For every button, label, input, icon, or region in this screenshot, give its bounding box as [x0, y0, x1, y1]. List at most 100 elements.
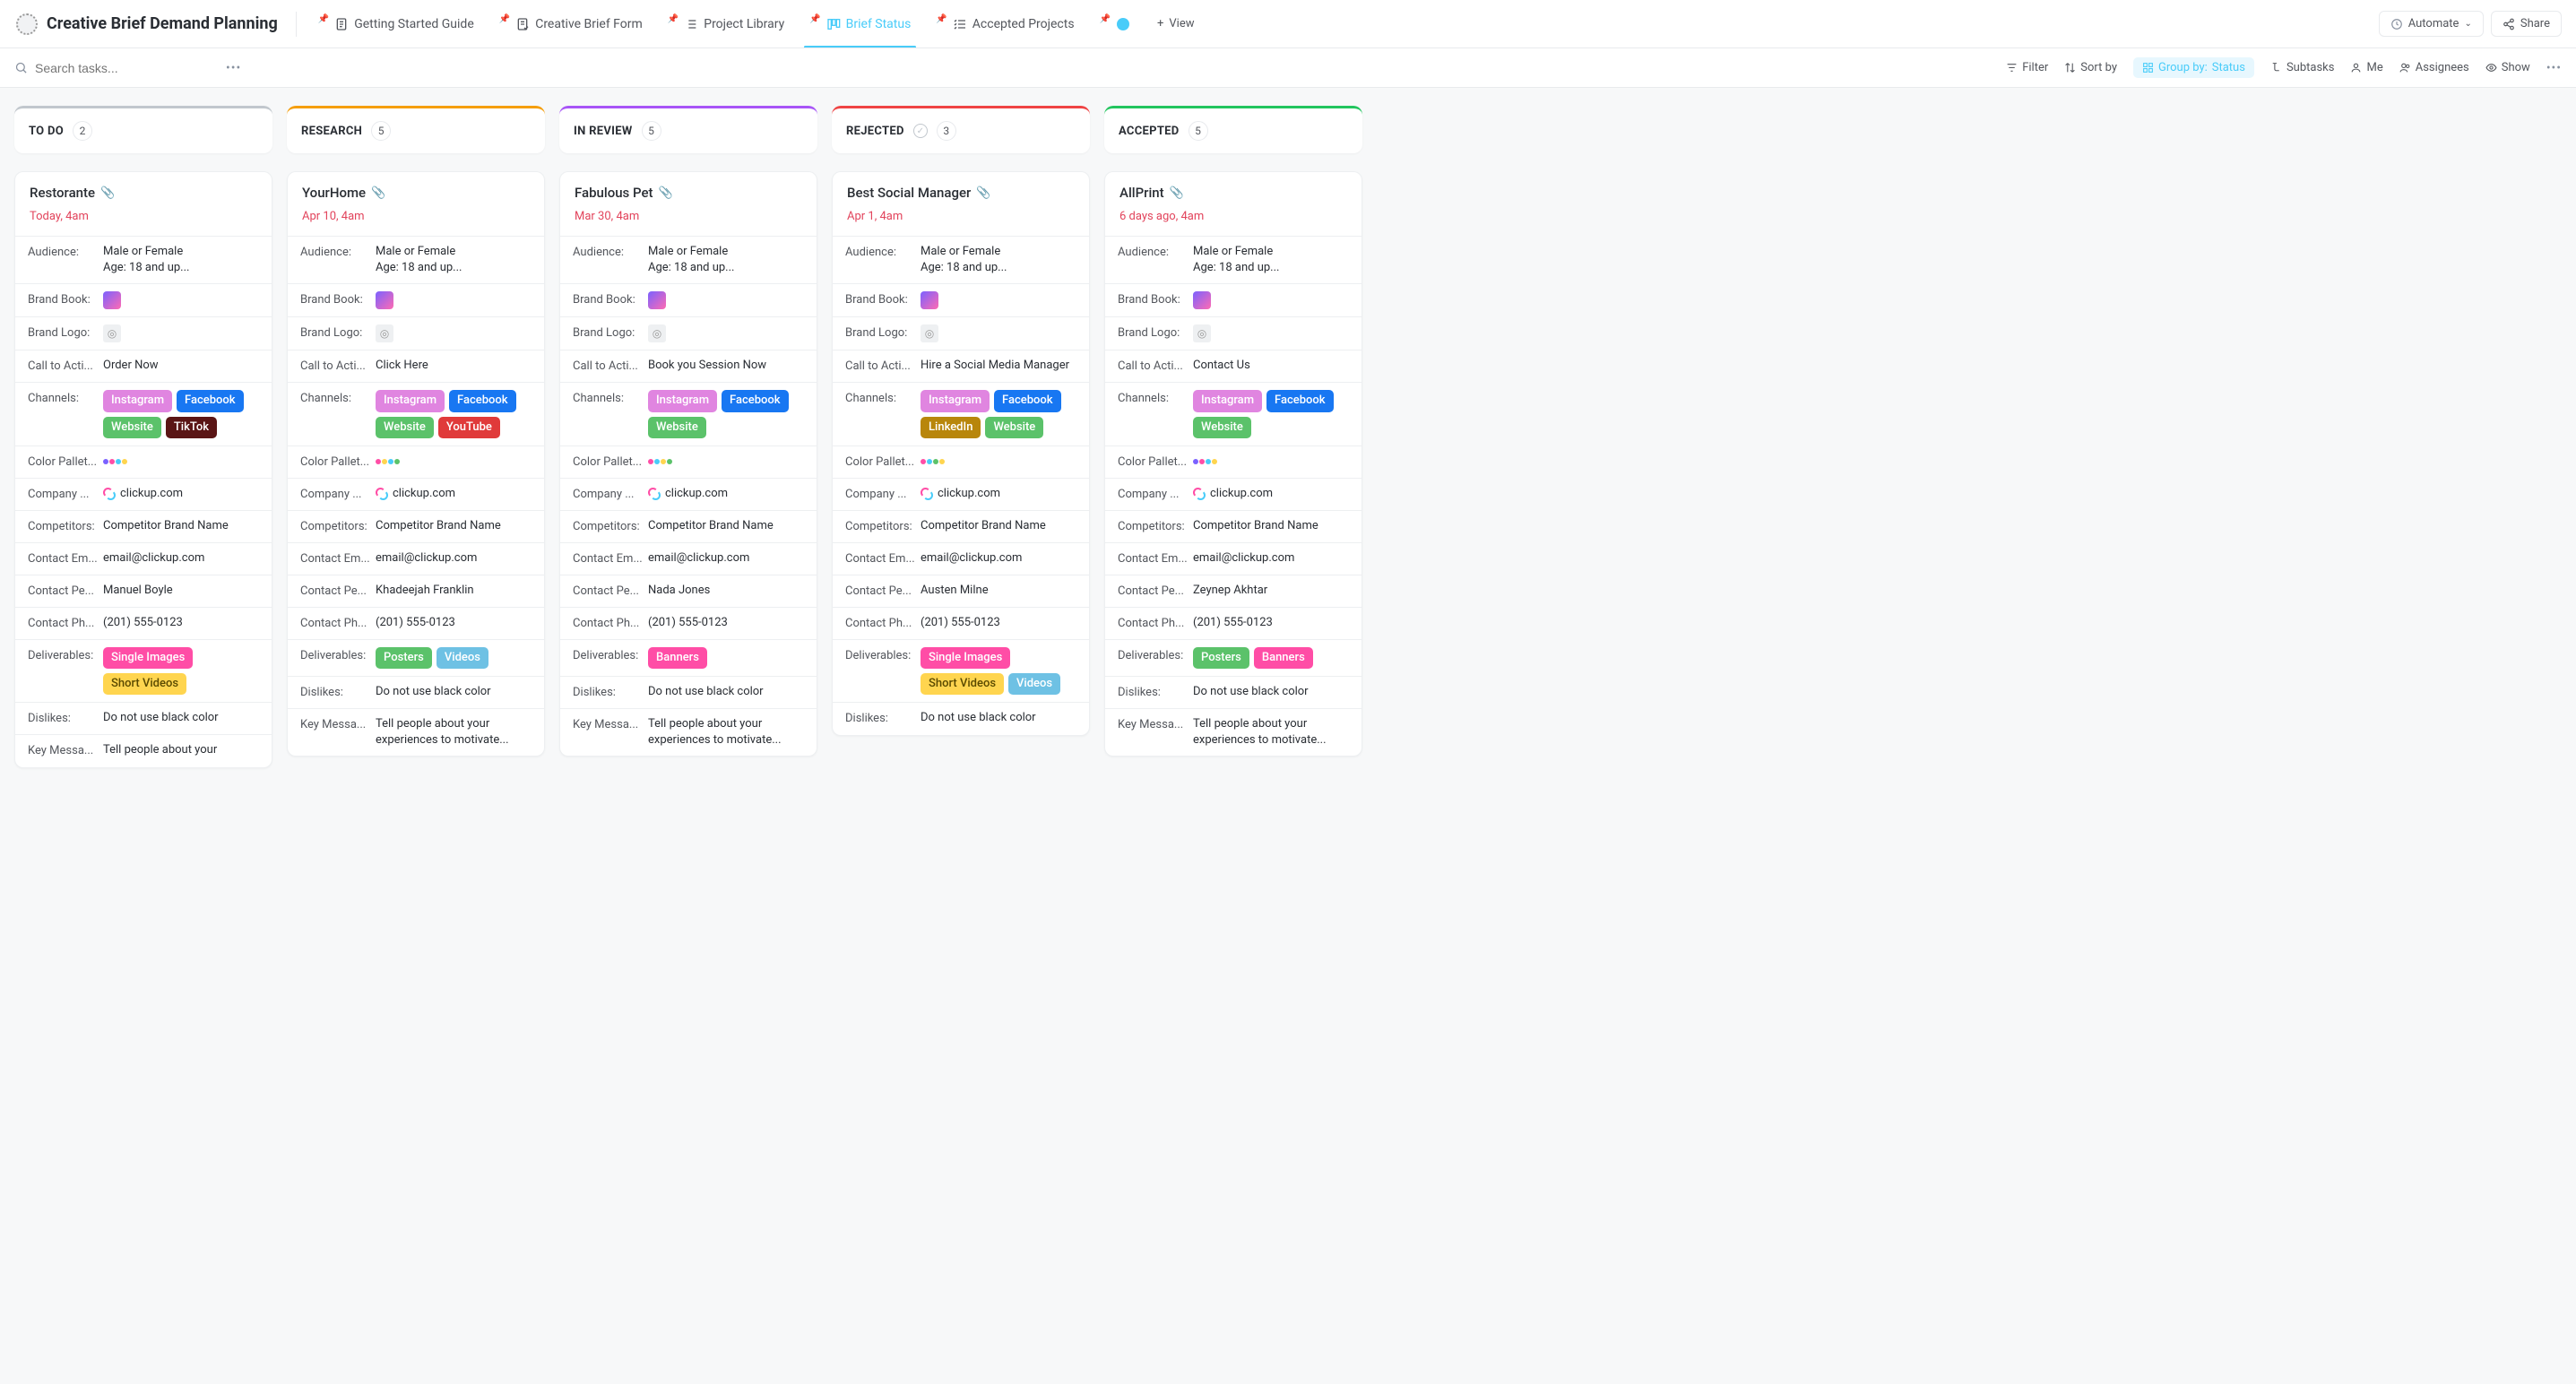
tab-getting-started-guide[interactable]: 📌Getting Started Guide	[306, 0, 487, 48]
field-value: InstagramFacebookLinkedInWebsite	[921, 390, 1076, 437]
field-brand-logo: Brand Logo:◎	[1105, 317, 1361, 350]
column-todo: TO DO2 Restorante 📎Today, 4amAudience:Mal…	[14, 106, 272, 768]
field-label: Company ...	[1118, 486, 1193, 501]
brand-logo-thumb: ◎	[376, 324, 393, 342]
field-label: Competitors:	[845, 518, 921, 533]
field-value: Single ImagesShort VideosVideos	[921, 647, 1076, 695]
field-value: Order Now	[103, 358, 259, 374]
field-brand-book: Brand Book:	[15, 284, 272, 317]
field-label: Company ...	[845, 486, 921, 501]
field-value: Contact Us	[1193, 358, 1349, 374]
tab-label: Creative Brief Form	[535, 17, 643, 31]
column-header[interactable]: TO DO2	[14, 106, 272, 153]
field-label: Brand Logo:	[573, 324, 648, 340]
groupby-button[interactable]: Group by: Status	[2133, 57, 2254, 78]
column-research: RESEARCH5 YourHome 📎Apr 10, 4amAudience:M…	[287, 106, 545, 757]
task-card[interactable]: Fabulous Pet 📎Mar 30, 4amAudience:Male o…	[559, 171, 817, 757]
field-value: clickup.com	[376, 486, 532, 502]
sort-button[interactable]: Sort by	[2064, 61, 2117, 74]
tab-project-library[interactable]: 📌Project Library	[655, 0, 797, 48]
tag-website: Website	[1193, 417, 1251, 438]
attachment-icon: 📎	[100, 186, 115, 200]
field-brand-book: Brand Book:	[288, 284, 544, 317]
field-label: Deliverables:	[300, 647, 376, 662]
tab-accepted-projects[interactable]: 📌Accepted Projects	[923, 0, 1086, 48]
field-label: Contact Pe...	[1118, 583, 1193, 598]
field-value: InstagramFacebookWebsiteYouTube	[376, 390, 532, 437]
column-header[interactable]: REJECTED✓3	[832, 106, 1090, 153]
clickup-icon	[1193, 488, 1206, 500]
field-person: Contact Pe...Manuel Boyle	[15, 575, 272, 608]
field-label: Brand Logo:	[845, 324, 921, 340]
tab-creative-brief-form[interactable]: 📌Creative Brief Form	[487, 0, 655, 48]
field-label: Contact Pe...	[845, 583, 921, 598]
title-group: Creative Brief Demand Planning	[7, 13, 287, 35]
assignees-label: Assignees	[2416, 61, 2469, 74]
field-value: PostersVideos	[376, 647, 532, 669]
filter-button[interactable]: Filter	[2006, 61, 2048, 74]
tab-icon	[826, 17, 841, 31]
field-value: Do not use black color	[921, 710, 1076, 726]
search-input[interactable]	[35, 61, 160, 75]
field-label: Channels:	[28, 390, 103, 405]
people-icon	[2399, 62, 2411, 74]
search-more-icon[interactable]: •••	[226, 61, 241, 75]
search-box[interactable]	[14, 61, 212, 75]
field-value	[103, 291, 259, 309]
show-button[interactable]: Show	[2485, 61, 2530, 74]
column-title: ACCEPTED	[1119, 125, 1180, 138]
column-title: TO DO	[29, 125, 64, 138]
card-title: AllPrint 📎	[1119, 185, 1347, 201]
task-card[interactable]: Restorante 📎Today, 4amAudience:Male or F…	[14, 171, 272, 768]
field-brand-book: Brand Book:	[833, 284, 1089, 317]
automate-label: Automate	[2408, 17, 2459, 30]
pin-icon: 📌	[936, 14, 947, 24]
field-value: email@clickup.com	[648, 550, 804, 567]
field-label: Contact Ph...	[28, 615, 103, 630]
column-inreview: IN REVIEW5 Fabulous Pet 📎Mar 30, 4amAudie…	[559, 106, 817, 757]
field-value: Competitor Brand Name	[921, 518, 1076, 534]
tab-brief-status[interactable]: 📌Brief Status	[797, 0, 923, 48]
chevron-down-icon: ⌄	[2464, 19, 2471, 29]
field-value: InstagramFacebookWebsite	[648, 390, 804, 437]
toolbar-more-icon[interactable]: •••	[2546, 61, 2562, 75]
field-email: Contact Em...email@clickup.com	[1105, 543, 1361, 575]
task-card[interactable]: YourHome 📎Apr 10, 4amAudience:Male or Fe…	[287, 171, 545, 757]
attachment-icon: 📎	[659, 186, 673, 200]
column-title: RESEARCH	[301, 125, 362, 138]
tag-tiktok: TikTok	[166, 417, 217, 438]
tab-extra[interactable]: 📌	[1087, 0, 1143, 48]
card-fields: Audience:Male or FemaleAge: 18 and up...…	[288, 236, 544, 756]
field-competitors: Competitors:Competitor Brand Name	[560, 511, 817, 543]
card-header: Best Social Manager 📎Apr 1, 4am	[833, 172, 1089, 236]
column-header[interactable]: IN REVIEW5	[559, 106, 817, 153]
field-value: Banners	[648, 647, 804, 669]
field-label: Channels:	[845, 390, 921, 405]
automate-button[interactable]: Automate ⌄	[2379, 11, 2484, 37]
subtasks-button[interactable]: Subtasks	[2270, 61, 2335, 74]
share-button[interactable]: Share	[2491, 11, 2562, 37]
field-company: Company ... clickup.com	[833, 479, 1089, 511]
column-header[interactable]: RESEARCH5	[287, 106, 545, 153]
field-value: (201) 555-0123	[103, 615, 259, 631]
field-palette: Color Pallet...	[833, 446, 1089, 479]
task-card[interactable]: Best Social Manager 📎Apr 1, 4amAudience:…	[832, 171, 1090, 736]
assignees-button[interactable]: Assignees	[2399, 61, 2469, 74]
clickup-icon	[648, 488, 661, 500]
field-label: Deliverables:	[1118, 647, 1193, 662]
field-deliverables: Deliverables:PostersBanners	[1105, 640, 1361, 677]
me-button[interactable]: Me	[2350, 61, 2382, 74]
field-company: Company ... clickup.com	[15, 479, 272, 511]
add-view-button[interactable]: + View	[1146, 12, 1206, 36]
field-deliverables: Deliverables:Single ImagesShort Videos	[15, 640, 272, 703]
field-email: Contact Em...email@clickup.com	[15, 543, 272, 575]
field-label: Contact Em...	[300, 550, 376, 566]
field-dislikes: Dislikes:Do not use black color	[1105, 677, 1361, 709]
field-person: Contact Pe...Zeynep Akhtar	[1105, 575, 1361, 608]
field-value: Book you Session Now	[648, 358, 804, 374]
field-label: Color Pallet...	[28, 454, 103, 469]
field-competitors: Competitors:Competitor Brand Name	[833, 511, 1089, 543]
task-card[interactable]: AllPrint 📎6 days ago, 4amAudience:Male o…	[1104, 171, 1362, 757]
column-header[interactable]: ACCEPTED5	[1104, 106, 1362, 153]
sort-label: Sort by	[2080, 61, 2117, 74]
